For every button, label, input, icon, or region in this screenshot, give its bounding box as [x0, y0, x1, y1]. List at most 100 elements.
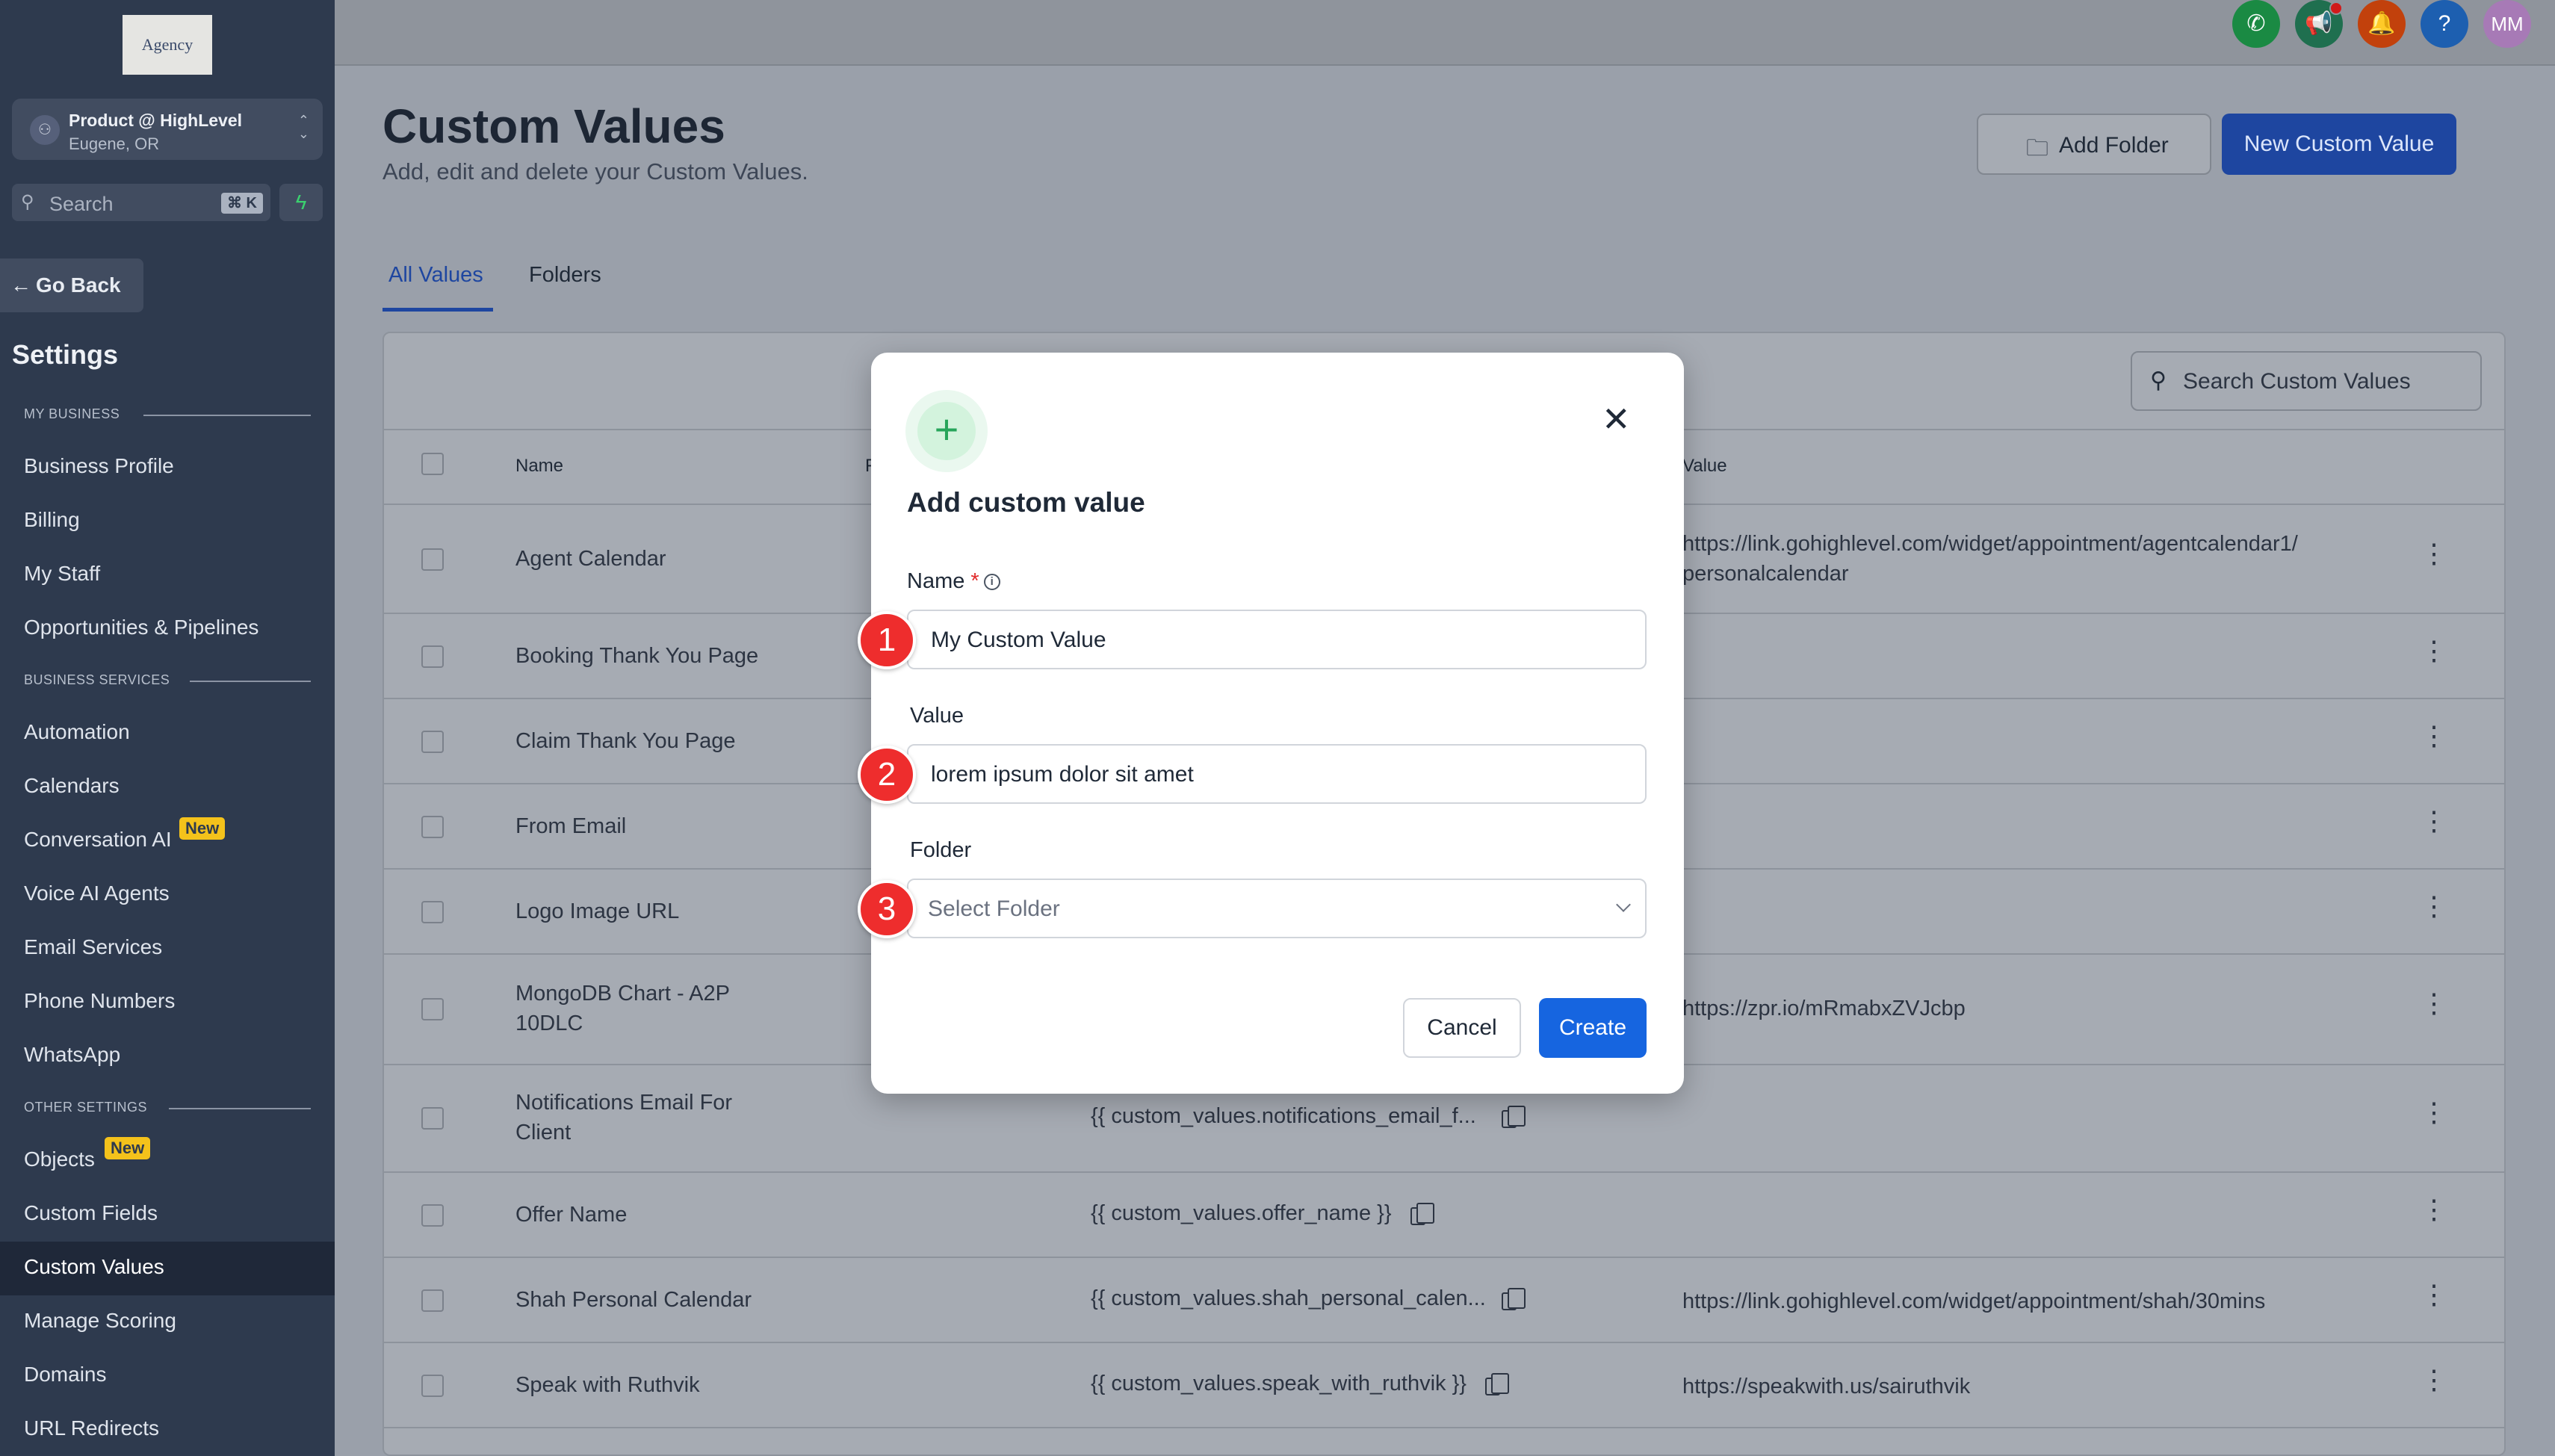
value-label: Value — [910, 704, 964, 728]
row-checkbox[interactable] — [421, 998, 444, 1020]
folder-label: Folder — [910, 838, 972, 862]
new-badge: New — [105, 1137, 151, 1159]
more-options-icon[interactable]: ⋮ — [2421, 540, 2447, 567]
more-options-icon[interactable]: ⋮ — [2421, 722, 2447, 749]
sidebar-item-my-staff[interactable]: My Staff — [24, 562, 100, 586]
tab-all-values[interactable]: All Values — [388, 263, 483, 288]
row-checkbox[interactable] — [421, 816, 444, 838]
row-checkbox[interactable] — [421, 548, 444, 571]
sidebar-item-business-profile[interactable]: Business Profile — [24, 454, 174, 478]
app-root: Agency ⚇ Product @ HighLevel Eugene, OR … — [0, 0, 2555, 1456]
avatar[interactable]: MM — [2483, 0, 2531, 48]
value-input[interactable]: lorem ipsum dolor sit amet — [907, 744, 1647, 804]
row-key: {{ custom_values.offer_name }} — [1091, 1201, 1392, 1225]
row-key: {{ custom_values.shah_personal_calen... — [1091, 1286, 1486, 1310]
more-options-icon[interactable]: ⋮ — [2421, 893, 2447, 920]
more-options-icon[interactable]: ⋮ — [2421, 1366, 2447, 1393]
row-key: {{ custom_values.speak_with_ruthvik }} — [1091, 1372, 1467, 1395]
search-icon: ⚲ — [2150, 368, 2167, 393]
copy-icon[interactable] — [1485, 1373, 1509, 1395]
column-header-name[interactable]: Name — [515, 456, 563, 477]
row-checkbox[interactable] — [421, 1107, 444, 1130]
info-icon[interactable]: i — [983, 574, 1000, 591]
more-options-icon[interactable]: ⋮ — [2421, 1099, 2447, 1126]
account-switcher[interactable]: ⚇ Product @ HighLevel Eugene, OR ⌃ ⌄ — [12, 99, 323, 160]
quick-action-button[interactable]: ϟ — [279, 184, 323, 221]
go-back-button[interactable]: ← Go Back — [0, 258, 143, 312]
sidebar-item-domains[interactable]: Domains — [24, 1363, 106, 1387]
agency-logo[interactable]: Agency — [123, 15, 212, 75]
chevron-up-down-icon: ⌃ ⌄ — [297, 113, 309, 141]
create-button[interactable]: Create — [1539, 998, 1647, 1058]
row-checkbox[interactable] — [421, 645, 444, 668]
bell-icon[interactable]: 🔔 — [2358, 0, 2406, 48]
search-placeholder: Search — [49, 193, 114, 215]
search-custom-values-input[interactable]: ⚲ Search Custom Values — [2131, 351, 2482, 411]
settings-title: Settings — [12, 339, 119, 370]
divider — [384, 1427, 2504, 1428]
more-options-icon[interactable]: ⋮ — [2421, 637, 2447, 664]
account-name: Product @ HighLevel — [69, 111, 243, 130]
sidebar-item-email-services[interactable]: Email Services — [24, 935, 162, 959]
sidebar-search[interactable]: ⚲ Search ⌘ K — [12, 184, 270, 221]
folder-select-placeholder: Select Folder — [928, 896, 1060, 921]
required-mark: * — [970, 569, 979, 593]
sidebar-item-opportunities[interactable]: Opportunities & Pipelines — [24, 616, 258, 639]
help-icon[interactable]: ? — [2421, 0, 2468, 48]
sidebar-item-url-redirects[interactable]: URL Redirects — [24, 1416, 159, 1440]
row-checkbox[interactable] — [421, 731, 444, 753]
folder-select[interactable]: Select Folder — [907, 879, 1647, 938]
sidebar-item-conversation-ai[interactable]: Conversation AI — [24, 828, 172, 852]
more-options-icon[interactable]: ⋮ — [2421, 1281, 2447, 1308]
more-options-icon[interactable]: ⋮ — [2421, 990, 2447, 1017]
divider — [143, 415, 311, 416]
row-checkbox[interactable] — [421, 1375, 444, 1397]
name-label-text: Name — [907, 569, 965, 593]
sidebar-item-objects[interactable]: Objects — [24, 1147, 95, 1171]
step-marker-1: 1 — [858, 611, 916, 669]
select-all-checkbox[interactable] — [421, 453, 444, 475]
sidebar-item-whatsapp[interactable]: WhatsApp — [24, 1043, 120, 1067]
sidebar-item-calendars[interactable]: Calendars — [24, 774, 120, 798]
tab-folders[interactable]: Folders — [529, 263, 601, 288]
sidebar-item-billing[interactable]: Billing — [24, 508, 80, 532]
section-other-settings: OTHER SETTINGS — [24, 1100, 148, 1115]
copy-icon[interactable] — [1410, 1203, 1434, 1225]
sidebar-item-voice-ai[interactable]: Voice AI Agents — [24, 882, 170, 905]
new-custom-value-button[interactable]: New Custom Value — [2222, 114, 2456, 175]
search-placeholder: Search Custom Values — [2183, 369, 2411, 394]
copy-icon[interactable] — [1502, 1106, 1526, 1128]
cancel-button[interactable]: Cancel — [1403, 998, 1521, 1058]
phone-icon[interactable]: ✆ — [2232, 0, 2280, 48]
row-checkbox[interactable] — [421, 1289, 444, 1312]
row-name: From Email — [515, 814, 627, 838]
sidebar-item-phone-numbers[interactable]: Phone Numbers — [24, 989, 175, 1013]
more-options-icon[interactable]: ⋮ — [2421, 808, 2447, 834]
row-checkbox[interactable] — [421, 901, 444, 923]
folder-plus-icon: 🗀 — [2026, 136, 2048, 161]
section-my-business: MY BUSINESS — [24, 406, 120, 421]
row-key: {{ custom_values.notifications_email_f..… — [1091, 1104, 1476, 1128]
sidebar-item-automation[interactable]: Automation — [24, 720, 130, 744]
close-icon[interactable]: ✕ — [1602, 402, 1631, 436]
row-checkbox[interactable] — [421, 1204, 444, 1227]
sidebar-item-manage-scoring[interactable]: Manage Scoring — [24, 1309, 176, 1333]
more-options-icon[interactable]: ⋮ — [2421, 1196, 2447, 1223]
sidebar-item-custom-values[interactable]: Custom Values — [24, 1255, 164, 1279]
column-header-value[interactable]: Value — [1682, 456, 1727, 477]
row-name: Offer Name — [515, 1203, 628, 1227]
shortcut-hint: ⌘ K — [221, 193, 263, 214]
modal-title: Add custom value — [907, 487, 1145, 518]
row-name: Agent Calendar — [515, 547, 666, 571]
add-folder-button[interactable]: 🗀 Add Folder — [1977, 114, 2211, 175]
copy-icon[interactable] — [1502, 1288, 1526, 1310]
divider — [384, 1171, 2504, 1173]
arrow-left-icon: ← — [10, 273, 31, 297]
sidebar-item-custom-fields[interactable]: Custom Fields — [24, 1201, 158, 1225]
search-icon: ⚲ — [21, 192, 34, 212]
row-value: https://speakwith.us/sairuthvik — [1682, 1375, 1971, 1398]
row-name: Shah Personal Calendar — [515, 1288, 752, 1312]
row-name: Booking Thank You Page — [515, 644, 759, 668]
sidebar: Agency ⚇ Product @ HighLevel Eugene, OR … — [0, 0, 335, 1456]
name-input[interactable]: My Custom Value — [907, 610, 1647, 669]
